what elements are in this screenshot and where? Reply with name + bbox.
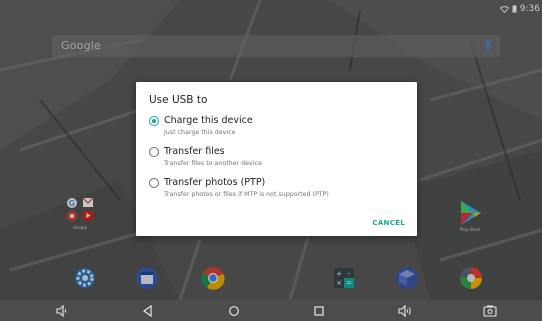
- option-description: Transfer files to another device: [164, 160, 262, 167]
- option-charge-device[interactable]: Charge this device Just charge this devi…: [149, 115, 409, 139]
- home-icon[interactable]: [226, 303, 242, 319]
- radio-unselected-icon[interactable]: [149, 147, 159, 157]
- radio-selected-icon[interactable]: [149, 116, 159, 126]
- back-icon[interactable]: [140, 303, 156, 319]
- volume-up-icon[interactable]: [397, 303, 413, 319]
- option-label: Transfer files: [164, 146, 225, 157]
- screenshot-icon[interactable]: [482, 303, 498, 319]
- radio-unselected-icon[interactable]: [149, 178, 159, 188]
- recents-icon[interactable]: [311, 303, 327, 319]
- option-label: Charge this device: [164, 115, 253, 126]
- option-description: Transfer photos or files if MTP is not s…: [164, 191, 329, 198]
- navigation-bar: [0, 300, 542, 321]
- option-transfer-files[interactable]: Transfer files Transfer files to another…: [149, 146, 409, 170]
- cancel-button[interactable]: CANCEL: [372, 219, 405, 227]
- option-transfer-photos[interactable]: Transfer photos (PTP) Transfer photos or…: [149, 177, 409, 201]
- option-description: Just charge this device: [164, 129, 236, 136]
- option-label: Transfer photos (PTP): [164, 177, 266, 188]
- usb-mode-dialog: Use USB to Charge this device Just charg…: [136, 82, 417, 236]
- volume-down-icon[interactable]: [54, 303, 70, 319]
- dialog-title: Use USB to: [149, 94, 208, 106]
